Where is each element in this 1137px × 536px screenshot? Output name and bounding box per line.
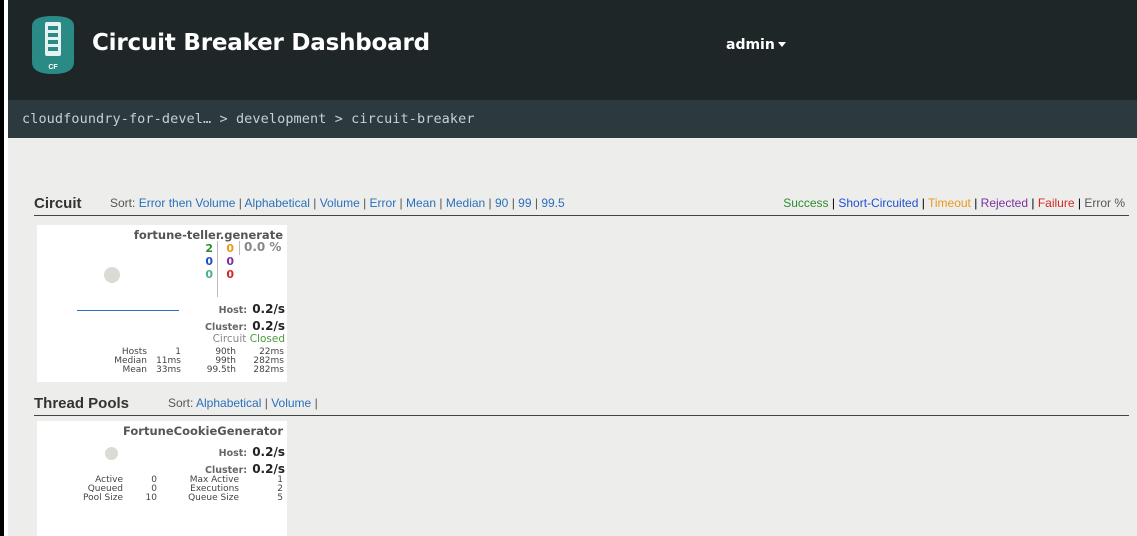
legend-rejected: Rejected: [980, 196, 1029, 210]
breadcrumb-separator: >: [334, 111, 343, 127]
circuit-section-title: Circuit: [34, 195, 82, 212]
stats-labels-right: 90th 99th 99.5th: [206, 347, 236, 375]
breadcrumb-org[interactable]: cloudfoundry-for-devel…: [22, 111, 211, 127]
user-menu[interactable]: admin: [726, 37, 786, 53]
column-divider: [239, 241, 240, 255]
sort-median[interactable]: Median: [446, 196, 485, 210]
circuit-card: fortune-teller.generate 2 0 0 0 0 0 0.0 …: [37, 225, 287, 382]
pool-stats-labels-left: Active Queued Pool Size: [83, 475, 123, 503]
circuit-section-header: Circuit Sort: Error then Volume | Alphab…: [34, 194, 1129, 216]
legend-failure: Failure: [1037, 196, 1075, 210]
cluster-rate-row: Cluster: 0.2/s: [205, 315, 285, 334]
legend-error-pct: Error %: [1084, 196, 1125, 210]
user-name[interactable]: admin: [726, 37, 775, 53]
stats-labels-left: Hosts Median Mean: [114, 347, 147, 375]
sort-alphabetical[interactable]: Alphabetical: [196, 396, 261, 410]
circuit-sort-options: Sort: Error then Volume | Alphabetical |…: [110, 196, 565, 210]
sort-99-5[interactable]: 99.5: [541, 196, 564, 210]
app-title: Circuit Breaker Dashboard: [92, 30, 430, 56]
pool-stats-values-right: 125: [277, 475, 283, 503]
sort-error[interactable]: Error: [370, 196, 397, 210]
health-indicator: [104, 267, 120, 283]
sort-error-then-volume[interactable]: Error then Volume: [139, 196, 236, 210]
top-bar: CF Circuit Breaker Dashboard admin: [8, 0, 1137, 100]
cluster-rate: 0.2/s: [252, 319, 285, 333]
stats-values-right: 22ms 282ms 282ms: [253, 347, 284, 375]
sparkline: [77, 310, 179, 311]
failure-count: 0: [226, 268, 234, 281]
thread-sort-options: Sort: Alphabetical | Volume |: [168, 396, 318, 410]
sort-label: Sort:: [168, 396, 194, 410]
chevron-down-icon[interactable]: [777, 42, 786, 47]
breadcrumb-space[interactable]: development: [236, 111, 327, 127]
sort-alphabetical[interactable]: Alphabetical: [245, 196, 310, 210]
host-rate: 0.2/s: [252, 302, 285, 316]
success-count: 2: [205, 242, 213, 255]
short-circuited-count: 0: [205, 255, 213, 268]
stats-values-left: 1 11ms 33ms: [156, 347, 181, 375]
host-rate: 0.2/s: [252, 445, 285, 459]
sort-99[interactable]: 99: [518, 196, 531, 210]
legend-short-circuited: Short-Circuited: [838, 196, 919, 210]
breadcrumb-service[interactable]: circuit-breaker: [351, 111, 474, 127]
sort-mean[interactable]: Mean: [406, 196, 436, 210]
dashboard-content: Circuit Sort: Error then Volume | Alphab…: [8, 138, 1137, 536]
health-indicator: [105, 447, 118, 460]
legend-success: Success: [783, 196, 829, 210]
circuit-label: Circuit: [212, 333, 247, 345]
status-legend: Success | Short-Circuited | Timeout | Re…: [783, 196, 1125, 210]
legend-timeout: Timeout: [927, 196, 971, 210]
pool-stats-values-left: 0 0 10: [145, 475, 157, 503]
rejected-count: 0: [226, 255, 234, 268]
timeout-count: 0: [226, 242, 234, 255]
sort-label: Sort:: [110, 196, 136, 210]
breadcrumb-separator: >: [219, 111, 228, 127]
error-percentage: 0.0 %: [244, 240, 282, 254]
circuit-status: Circuit Closed: [213, 333, 285, 345]
sort-volume[interactable]: Volume: [320, 196, 360, 210]
logo-text: CF: [48, 64, 58, 71]
breadcrumb-bar: cloudfoundry-for-devel… > development > …: [8, 100, 1137, 138]
pool-stats-labels-right: Max Active Executions Queue Size: [188, 475, 239, 503]
page-frame: CF Circuit Breaker Dashboard admin cloud…: [0, 0, 1137, 536]
thread-pools-section-title: Thread Pools: [34, 395, 130, 412]
thread-pool-name: FortuneCookieGenerator: [123, 424, 283, 438]
circuit-state: Closed: [249, 333, 285, 345]
cloudfoundry-logo: CF: [28, 12, 78, 76]
thread-pool-card: FortuneCookieGenerator Host: 0.2/s Clust…: [37, 421, 287, 536]
thread-pools-section-header: Thread Pools Sort: Alphabetical | Volume…: [34, 394, 1129, 416]
cluster-rate: 0.2/s: [252, 462, 285, 476]
cluster-label: Cluster:: [204, 322, 248, 333]
sort-90[interactable]: 90: [495, 196, 508, 210]
bad-request-count: 0: [205, 268, 213, 281]
sort-volume[interactable]: Volume: [271, 396, 311, 410]
column-divider: [217, 241, 218, 297]
breadcrumb: cloudfoundry-for-devel… > development > …: [22, 111, 475, 127]
